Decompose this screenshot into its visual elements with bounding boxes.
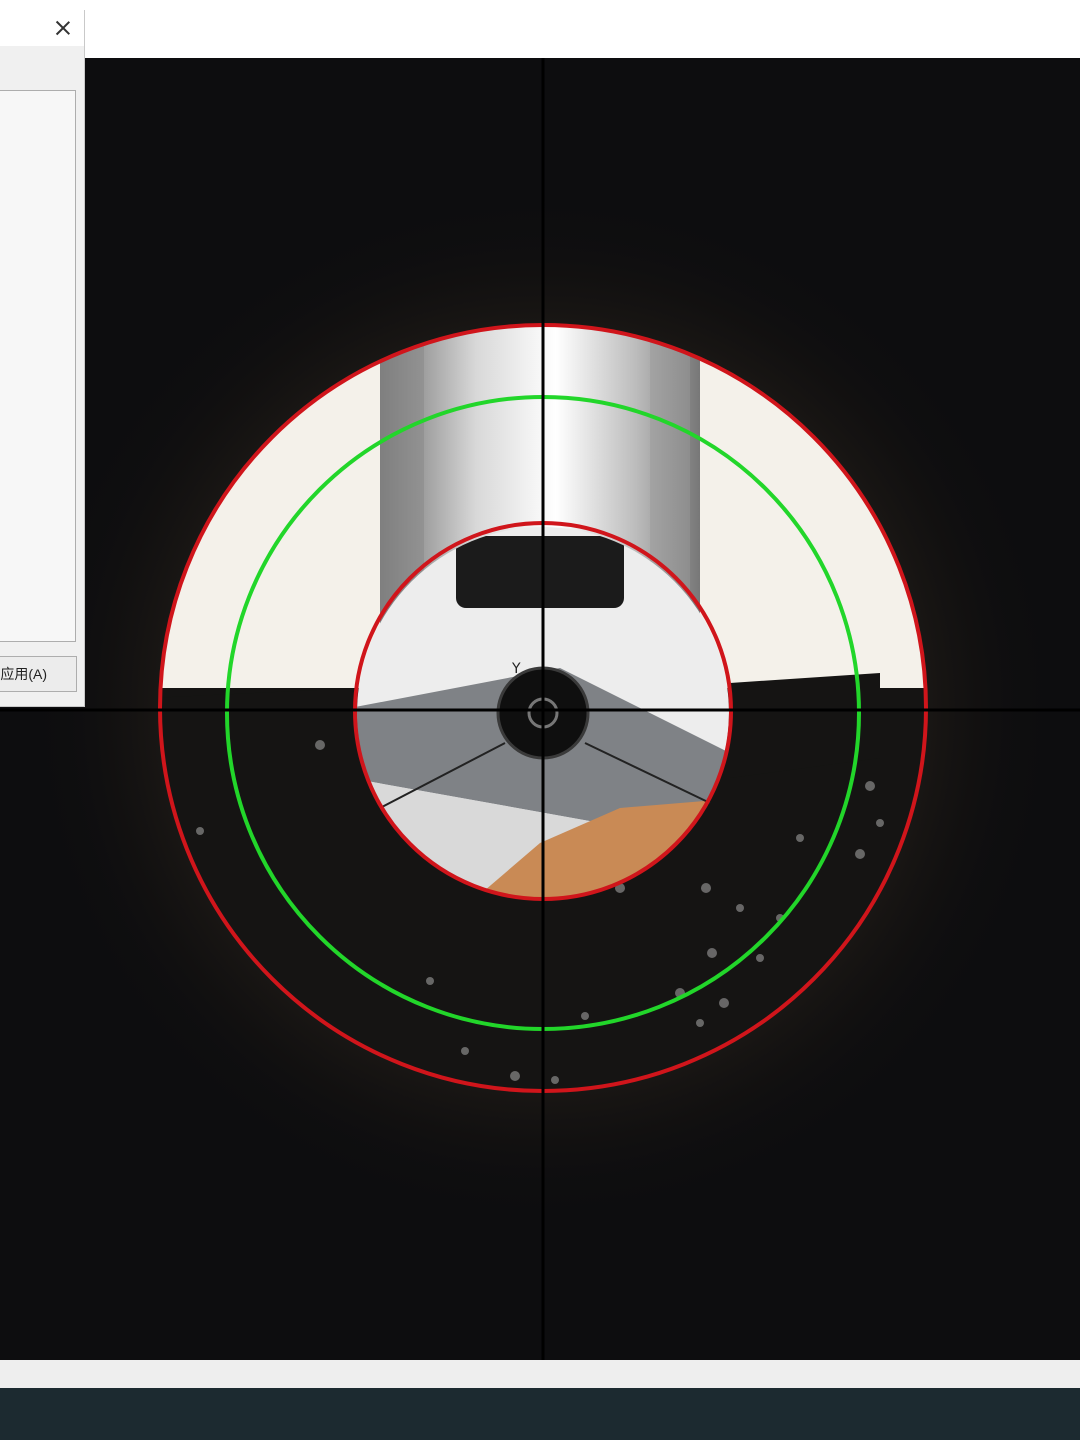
camera-feed-svg: Y xyxy=(0,58,1080,1360)
taskbar xyxy=(0,1388,1080,1440)
status-gap xyxy=(0,1360,1080,1388)
app-window: Y 应用(A) xyxy=(0,0,1080,1440)
settings-dialog: 应用(A) xyxy=(0,10,85,707)
center-marker-label: Y xyxy=(511,661,521,677)
close-icon[interactable] xyxy=(50,15,76,41)
dialog-content-panel xyxy=(0,90,76,642)
camera-view[interactable]: Y xyxy=(0,58,1080,1360)
window-top-strip xyxy=(0,0,1080,58)
apply-button[interactable]: 应用(A) xyxy=(0,656,77,692)
dialog-titlebar xyxy=(0,10,84,46)
